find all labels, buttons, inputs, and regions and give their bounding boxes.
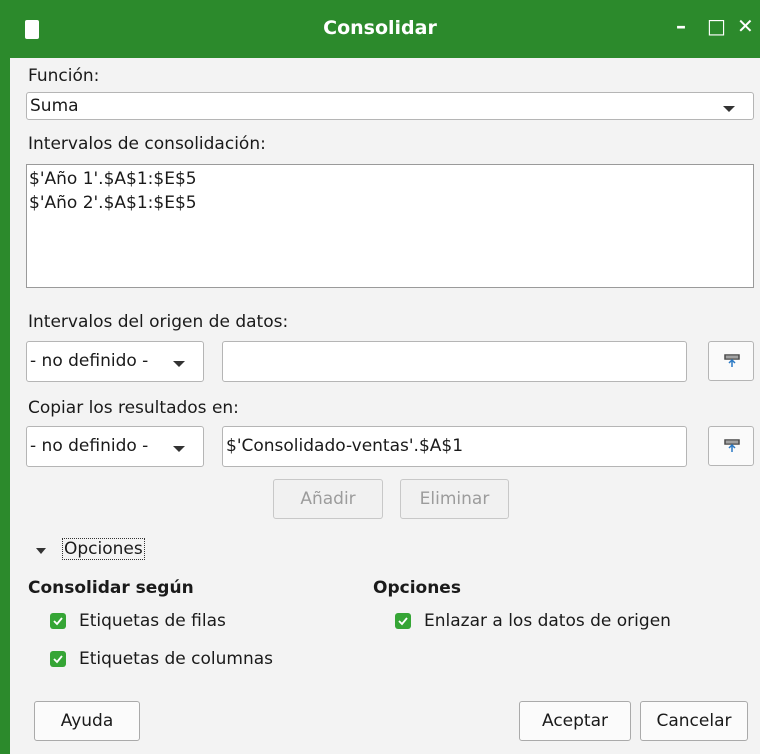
link-source-checkbox[interactable] bbox=[395, 613, 411, 629]
source-select-value: - no definido - bbox=[30, 351, 149, 371]
consolidate-dialog: Consolidar – □ ✕ Función: Suma Intervalo… bbox=[0, 0, 760, 754]
source-ranges-label: Intervalos del origen de datos: bbox=[28, 312, 289, 332]
source-shrink-button[interactable] bbox=[708, 341, 754, 381]
consolidate-by-heading: Consolidar según bbox=[28, 578, 194, 598]
options-expander-label[interactable]: Opciones bbox=[62, 538, 145, 560]
function-label: Función: bbox=[28, 66, 100, 86]
row-labels-label[interactable]: Etiquetas de filas bbox=[79, 611, 226, 631]
options-heading: Opciones bbox=[373, 578, 461, 598]
maximize-button[interactable]: □ bbox=[707, 14, 726, 38]
close-button[interactable]: ✕ bbox=[737, 14, 754, 38]
minimize-button[interactable]: – bbox=[676, 14, 686, 38]
chevron-down-icon bbox=[36, 548, 46, 554]
checkmark-icon bbox=[53, 655, 63, 664]
source-range-input[interactable] bbox=[222, 341, 687, 382]
copy-results-select[interactable]: - no definido - bbox=[26, 426, 204, 467]
list-item[interactable]: $'Año 1'.$A$1:$E$5 bbox=[29, 169, 197, 189]
chevron-down-icon bbox=[173, 446, 185, 452]
column-labels-label[interactable]: Etiquetas de columnas bbox=[79, 649, 273, 669]
source-range-select[interactable]: - no definido - bbox=[26, 341, 204, 382]
chevron-down-icon bbox=[173, 361, 185, 367]
ok-button[interactable]: Aceptar bbox=[519, 701, 631, 741]
copy-select-value: - no definido - bbox=[30, 436, 149, 456]
function-value: Suma bbox=[30, 96, 79, 116]
delete-button[interactable]: Eliminar bbox=[400, 479, 509, 519]
shrink-range-icon bbox=[724, 354, 740, 367]
titlebar: Consolidar – □ ✕ bbox=[0, 0, 760, 58]
row-labels-checkbox[interactable] bbox=[50, 613, 66, 629]
copy-results-input[interactable]: $'Consolidado-ventas'.$A$1 bbox=[222, 426, 687, 467]
link-source-label[interactable]: Enlazar a los datos de origen bbox=[424, 611, 671, 631]
checkmark-icon bbox=[53, 617, 63, 626]
shrink-range-icon bbox=[724, 439, 740, 452]
add-button[interactable]: Añadir bbox=[273, 479, 383, 519]
copy-results-label: Copiar los resultados en: bbox=[28, 398, 239, 418]
chevron-down-icon bbox=[723, 106, 735, 112]
cancel-button[interactable]: Cancelar bbox=[640, 701, 748, 741]
function-select[interactable]: Suma bbox=[26, 92, 754, 120]
consolidation-ranges-list[interactable]: $'Año 1'.$A$1:$E$5 $'Año 2'.$A$1:$E$5 bbox=[26, 164, 754, 288]
copy-shrink-button[interactable] bbox=[708, 426, 754, 466]
consolidation-ranges-label: Intervalos de consolidación: bbox=[28, 134, 266, 154]
window-border bbox=[0, 58, 10, 754]
column-labels-checkbox[interactable] bbox=[50, 651, 66, 667]
list-item[interactable]: $'Año 2'.$A$1:$E$5 bbox=[29, 193, 197, 213]
copy-results-value: $'Consolidado-ventas'.$A$1 bbox=[226, 436, 464, 456]
checkmark-icon bbox=[398, 617, 408, 626]
help-button[interactable]: Ayuda bbox=[34, 701, 140, 741]
window-title: Consolidar bbox=[323, 17, 437, 39]
